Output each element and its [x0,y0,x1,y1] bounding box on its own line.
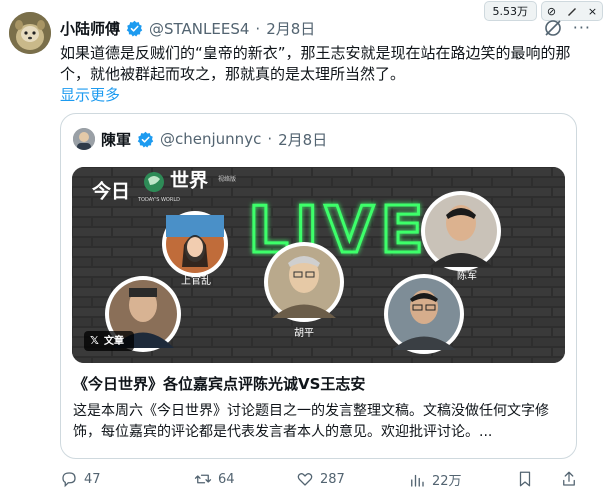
guest-name-label: 胡平 [294,326,314,339]
show-more-link[interactable]: 显示更多 [60,84,120,105]
quote-author-handle[interactable]: @chenjunnyc [160,130,261,148]
more-options-icon[interactable]: ··· [573,18,591,37]
article-title[interactable]: 《今日世界》各位嘉宾点评陈光诚VS王志安 [73,373,365,394]
header-separator: · [255,19,261,38]
author-name[interactable]: 小陆师傅 [60,18,120,39]
reply-icon [62,472,76,488]
share-button[interactable] [560,470,578,488]
like-count: 287 [320,471,345,487]
tweet-text: 如果道德是反贼们的“皇帝的新衣”，那王志安就是现在站在路边笑的最响的那个，就他被… [60,44,571,83]
close-icon[interactable]: × [588,5,597,18]
guest-name-label: 上官乱 [181,274,211,287]
retweet-button[interactable]: 64 [194,470,235,488]
show-logo-text: 今日 [91,180,130,203]
views-button[interactable]: 22万 [408,470,462,489]
retweet-count: 64 [218,471,235,487]
article-badge-label: 文章 [104,334,124,347]
show-subtitle: TODAY'S WORLD [137,197,180,203]
x-logo-icon: 𝕏 [90,334,99,347]
verified-badge-icon [126,20,143,37]
show-logo-text-2: 世界 [170,170,208,192]
article-cover-image[interactable]: 今日 世界 TODAY'S WORLD 视络版 LIVE 上官乱 胡平 陈军 𝕏… [72,167,565,363]
grok-icon[interactable] [543,18,563,38]
guest-photo-shangguan [162,211,228,277]
share-icon [563,471,575,486]
view-count-badge: 5.53万 [483,1,537,21]
quoted-tweet-card[interactable]: 陳軍 @chenjunnyc · 2月8日 今日 世界 TODAY'S WORL… [60,113,577,459]
reply-count: 47 [84,471,101,487]
author-avatar[interactable] [9,12,51,54]
quote-header: 陳軍 @chenjunnyc · 2月8日 [73,128,327,150]
show-tag: 视络版 [218,175,236,183]
reply-button[interactable]: 47 [60,470,101,488]
bookmark-button[interactable] [516,470,534,488]
quote-author-avatar[interactable] [73,128,95,150]
analytics-icon [411,474,424,487]
tweet-action-bar: 47 64 287 22万 [60,470,590,494]
pen-icon[interactable] [566,5,578,17]
like-button[interactable]: 287 [296,470,345,488]
block-icon[interactable]: ⊘ [547,5,556,18]
tweet-header: 小陆师傅 @STANLEES4 · 2月8日 [60,18,315,39]
quote-verified-badge-icon [137,131,154,148]
guest-name-label: 陈军 [457,269,477,282]
quote-author-name[interactable]: 陳軍 [101,129,131,150]
guest-photo-chenjun [421,191,501,271]
guest-photo-huping [264,242,344,322]
quote-separator: · [267,130,273,148]
tweet-date[interactable]: 2月8日 [266,18,315,39]
author-handle[interactable]: @STANLEES4 [149,20,249,38]
heart-icon [297,473,313,486]
article-description: 这是本周六《今日世界》讨论题目之一的发言整理文稿。文稿没做任何文字修饰，每位嘉宾… [73,403,549,440]
view-count: 22万 [432,474,462,489]
retweet-icon [194,474,212,484]
quote-date[interactable]: 2月8日 [278,129,327,150]
guest-photo-fourth [384,274,464,354]
bookmark-icon [519,471,531,487]
